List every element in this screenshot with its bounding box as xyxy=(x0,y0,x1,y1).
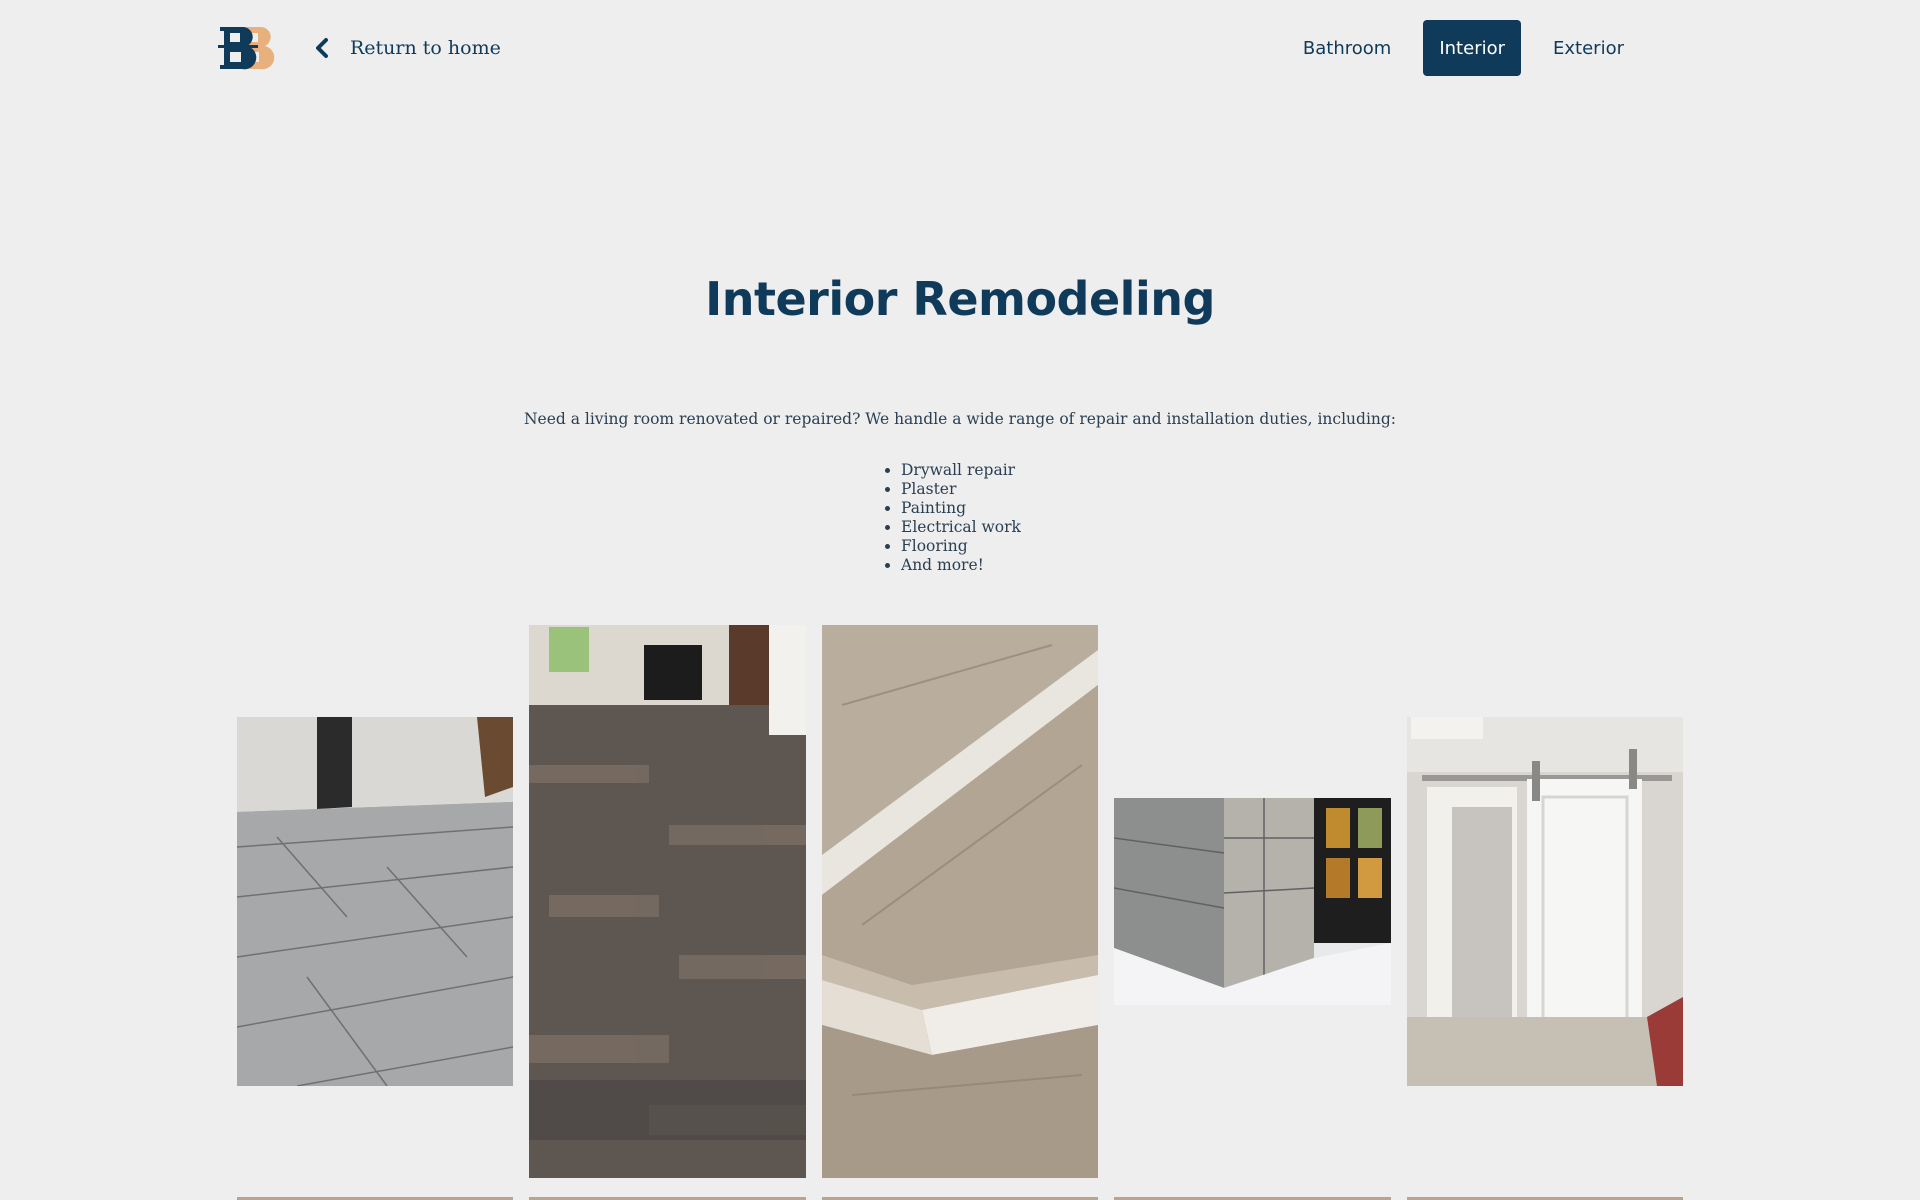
service-item: Electrical work xyxy=(901,518,1021,537)
service-item: Painting xyxy=(901,499,1021,518)
service-item: Plaster xyxy=(901,480,1021,499)
services-list: Drywall repair Plaster Painting Electric… xyxy=(880,461,1021,575)
return-home-label: Return to home xyxy=(350,37,501,59)
photo-gallery xyxy=(0,0,1920,1200)
nav-bathroom[interactable]: Bathroom xyxy=(1287,20,1407,76)
return-home-link[interactable]: Return to home xyxy=(312,30,501,66)
gallery-photo-tile-floor[interactable] xyxy=(237,717,513,1086)
gallery-photo-tiled-wall[interactable] xyxy=(1114,798,1391,1005)
gallery-photo-stair-treads[interactable] xyxy=(822,625,1098,1178)
gallery-photo-barn-door[interactable] xyxy=(1407,717,1683,1086)
nav-interior[interactable]: Interior xyxy=(1423,20,1522,76)
chevron-left-icon xyxy=(316,38,328,58)
service-item: And more! xyxy=(901,556,1021,575)
gallery-photo-laminate-floor[interactable] xyxy=(529,625,806,1178)
page-title: Interior Remodeling xyxy=(705,272,1215,326)
site-header: Return to home Bathroom Interior Exterio… xyxy=(0,0,1920,96)
intro-text: Need a living room renovated or repaired… xyxy=(523,410,1397,428)
category-nav: Bathroom Interior Exterior xyxy=(1287,20,1640,76)
service-item: Flooring xyxy=(901,537,1021,556)
bb-logo-icon[interactable] xyxy=(218,25,280,71)
nav-exterior[interactable]: Exterior xyxy=(1537,20,1640,76)
service-item: Drywall repair xyxy=(901,461,1021,480)
